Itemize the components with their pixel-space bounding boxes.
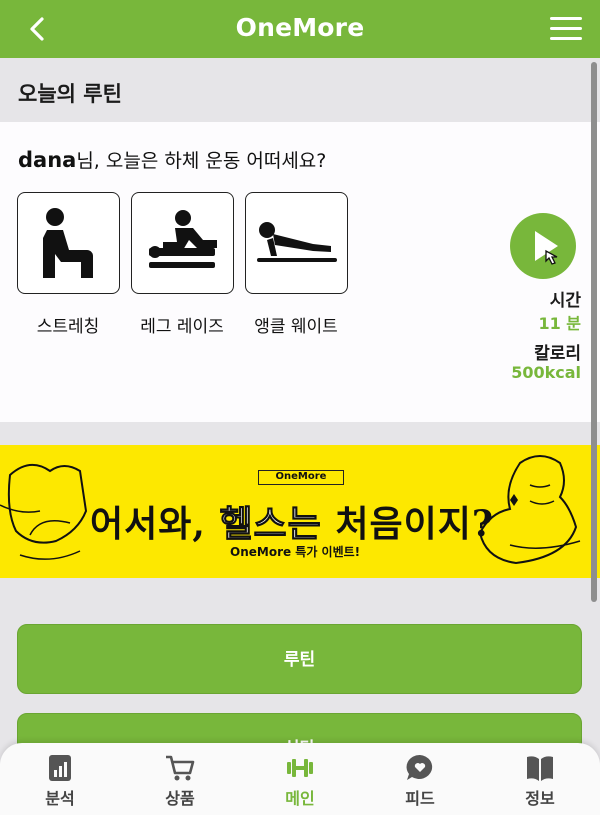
routine-button-label: 루틴	[283, 650, 316, 670]
greeting-text: 님, 오늘은 하체 운동 어떠세요?	[76, 150, 327, 172]
play-icon	[535, 231, 558, 265]
cart-icon	[166, 755, 195, 781]
nav-label: 메인	[285, 789, 315, 808]
nav-item-shop[interactable]: 상품	[120, 743, 240, 815]
greeting: dana님, 오늘은 하체 운동 어떠세요?	[18, 146, 326, 173]
scrollbar[interactable]	[588, 58, 600, 748]
time-label: 시간	[549, 291, 581, 311]
time-value: 11 분	[538, 314, 581, 333]
banner-tag: OneMore	[258, 470, 344, 485]
nav-label: 피드	[405, 789, 435, 808]
nav-item-info[interactable]: 정보	[480, 743, 600, 815]
headline-highlight: 헬스는	[219, 503, 322, 546]
dumbbell-icon	[287, 759, 313, 777]
nav-label: 정보	[525, 789, 555, 808]
section-title: 오늘의 루틴	[18, 82, 122, 106]
leg-raise-icon	[148, 210, 217, 268]
headline-part: 처음이지?	[321, 503, 494, 545]
calorie-label: 칼로리	[534, 344, 581, 364]
headline-part: 어서와,	[90, 503, 220, 545]
banner-subtitle: OneMore 특가 이벤트!	[230, 545, 361, 559]
nav-item-analytics[interactable]: 분석	[0, 743, 120, 815]
section-header: 오늘의 루틴	[0, 58, 600, 122]
nav-item-feed[interactable]: 피드	[360, 743, 480, 815]
routine-button[interactable]: 루틴	[17, 624, 582, 694]
book-icon	[527, 756, 553, 781]
exercise-card-leg-raise[interactable]	[131, 192, 234, 294]
nav-item-main[interactable]: 메인	[240, 743, 360, 815]
exercise-label: 스트레칭	[36, 317, 100, 337]
banner-headline: 어서와, 헬스는 처음이지?	[90, 495, 494, 547]
exercise-card-stretching[interactable]	[17, 192, 120, 294]
nav-label: 분석	[45, 789, 75, 808]
calorie-value: 500kcal	[511, 363, 581, 382]
nav-label: 상품	[165, 789, 195, 808]
exercise-label: 레그 레이즈	[140, 317, 224, 337]
exercise-label: 앵클 웨이트	[254, 317, 338, 337]
analytics-icon	[49, 755, 71, 781]
app-bar: OneMore	[0, 0, 600, 58]
play-button[interactable]	[510, 213, 576, 279]
chat-heart-icon	[406, 754, 433, 780]
hamburger-menu-icon[interactable]	[550, 17, 582, 41]
routine-card: dana님, 오늘은 하체 운동 어떠세요? 스트레칭 레그 레이즈 앵클 웨이…	[0, 122, 600, 422]
user-name: dana	[18, 148, 77, 172]
app-title: OneMore	[235, 13, 365, 42]
stretching-icon	[42, 208, 93, 278]
scrollbar-thumb[interactable]	[591, 62, 597, 602]
ankle-weight-icon	[256, 222, 337, 262]
bottom-nav: 분석 상품 메인 피드 정보	[0, 743, 600, 815]
exercise-card-ankle-weight[interactable]	[245, 192, 348, 294]
promo-banner[interactable]: OneMore 어서와, 헬스는 처음이지? OneMore 특가 이벤트!	[0, 445, 600, 578]
